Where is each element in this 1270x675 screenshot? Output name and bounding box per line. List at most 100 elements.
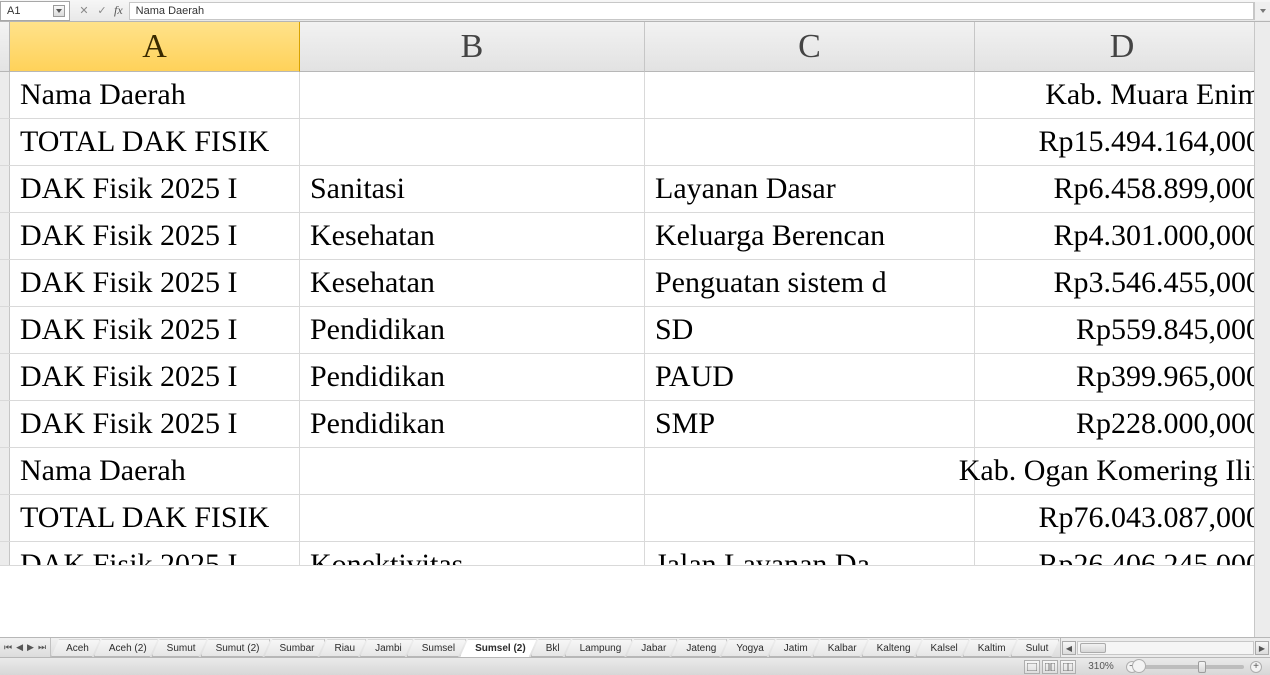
name-box[interactable]: A1 [0,1,70,21]
hscroll-thumb[interactable] [1080,643,1106,653]
cell-A[interactable]: Nama Daerah [10,72,300,118]
cell-D[interactable]: Rp76.043.087,000 [975,495,1270,541]
confirm-icon[interactable]: ✓ [96,4,108,17]
cell-C[interactable]: SMP [645,401,975,447]
sheet-tab[interactable]: Kalteng [862,639,922,657]
tab-prev-icon[interactable]: ◀ [16,642,23,653]
cell-B[interactable]: Pendidikan [300,401,645,447]
spreadsheet-grid[interactable]: A B C D Nama Daerah Kab. Muara Enim TOTAL … [0,22,1270,637]
cell-B[interactable]: Kesehatan [300,213,645,259]
sheet-tab[interactable]: Lampung [565,639,633,657]
sheet-tab[interactable]: Kalsel [916,639,969,657]
normal-view-icon[interactable] [1024,660,1040,674]
cell-B[interactable] [300,72,645,118]
cell-B[interactable] [300,495,645,541]
sheet-tab[interactable]: Sumbar [264,639,325,657]
cell-B[interactable] [300,119,645,165]
sheet-tab[interactable]: Sumut [152,639,207,657]
cell-A[interactable]: TOTAL DAK FISIK [10,495,300,541]
column-header-B[interactable]: B [300,22,645,72]
cell-C[interactable] [645,72,975,118]
hscroll-right-icon[interactable]: ▶ [1255,641,1269,655]
row-gutter[interactable] [0,260,10,306]
sheet-tab[interactable]: Jambi [360,639,413,657]
zoom-level[interactable]: 310% [1082,661,1120,672]
cell-C[interactable]: Jalan Layanan Da [645,542,975,565]
cell-C[interactable]: SD [645,307,975,353]
sheet-tab[interactable]: Yogya [721,639,774,657]
sheet-tab[interactable]: Jateng [671,639,727,657]
cell-A[interactable]: DAK Fisik 2025 I [10,213,300,259]
sheet-tab[interactable]: Sumsel (2) [460,639,537,657]
formula-bar-expand-icon[interactable] [1254,2,1270,20]
cell-A[interactable]: Nama Daerah [10,448,300,494]
cell-D[interactable]: Rp559.845,000 [975,307,1270,353]
row-gutter[interactable] [0,72,10,118]
cell-A[interactable]: DAK Fisik 2025 I [10,542,300,565]
vertical-scrollbar[interactable] [1254,22,1270,637]
column-header-A[interactable]: A [10,22,300,72]
cell-B[interactable]: Konektivitas [300,542,645,565]
cell-C[interactable] [645,119,975,165]
tab-first-icon[interactable]: ⏮ [4,642,12,653]
cell-C[interactable]: PAUD [645,354,975,400]
select-all-corner[interactable] [0,22,10,72]
cell-A[interactable]: DAK Fisik 2025 I [10,401,300,447]
sheet-tab[interactable]: Aceh [51,639,100,657]
column-header-D[interactable]: D [975,22,1270,72]
row-gutter[interactable] [0,401,10,447]
cell-C[interactable]: Layanan Dasar [645,166,975,212]
cell-D[interactable]: Rp3.546.455,000 [975,260,1270,306]
cell-B[interactable]: Pendidikan [300,307,645,353]
cancel-icon[interactable]: ✕ [78,4,90,17]
row-gutter[interactable] [0,448,10,494]
cell-A[interactable]: DAK Fisik 2025 I [10,307,300,353]
cell-B[interactable] [300,448,645,494]
tab-last-icon[interactable]: ⏭ [38,642,46,653]
sheet-tab[interactable]: Sumsel [407,639,466,657]
cell-C[interactable]: Penguatan sistem d [645,260,975,306]
sheet-tab[interactable]: Jatim [769,639,819,657]
row-gutter[interactable] [0,119,10,165]
sheet-tab[interactable]: Kalbar [813,639,868,657]
page-layout-view-icon[interactable] [1042,660,1058,674]
row-gutter[interactable] [0,495,10,541]
cell-D[interactable]: Kab. Muara Enim [975,72,1270,118]
row-gutter[interactable] [0,307,10,353]
cell-C[interactable] [645,495,975,541]
horizontal-scrollbar[interactable]: ◀ ▶ [1060,638,1270,658]
cell-C[interactable]: Keluarga Berencan [645,213,975,259]
row-gutter[interactable] [0,542,10,565]
row-gutter[interactable] [0,213,10,259]
hscroll-left-icon[interactable]: ◀ [1062,641,1076,655]
row-gutter[interactable] [0,166,10,212]
cell-A[interactable]: TOTAL DAK FISIK [10,119,300,165]
sheet-tab[interactable]: Jabar [626,639,677,657]
cell-B[interactable]: Kesehatan [300,260,645,306]
name-box-dropdown-icon[interactable] [53,5,65,17]
cell-C[interactable] [645,448,975,494]
cell-D[interactable]: Rp399.965,000 [975,354,1270,400]
zoom-slider-thumb[interactable] [1198,661,1206,673]
cell-B[interactable]: Sanitasi [300,166,645,212]
cell-B[interactable]: Pendidikan [300,354,645,400]
hscroll-track[interactable] [1077,641,1254,655]
sheet-tab[interactable]: Kaltim [963,639,1017,657]
zoom-slider[interactable] [1144,665,1244,669]
cell-A[interactable]: DAK Fisik 2025 I [10,354,300,400]
column-header-C[interactable]: C [645,22,975,72]
sheet-tab[interactable]: Aceh (2) [94,639,158,657]
cell-A[interactable]: DAK Fisik 2025 I [10,260,300,306]
page-break-view-icon[interactable] [1060,660,1076,674]
zoom-in-button[interactable]: + [1250,661,1262,673]
fx-icon[interactable]: fx [114,3,123,18]
cell-D[interactable]: Rp26.406.245,000 [975,542,1270,565]
cell-D[interactable]: Rp6.458.899,000 [975,166,1270,212]
cell-A[interactable]: DAK Fisik 2025 I [10,166,300,212]
sheet-tab[interactable]: Sumut (2) [201,639,271,657]
sheet-tab[interactable]: Bkl [531,639,571,657]
cell-D[interactable]: Rp228.000,000 [975,401,1270,447]
tab-next-icon[interactable]: ▶ [27,642,34,653]
cell-D[interactable] [975,448,1270,494]
cell-D[interactable]: Rp4.301.000,000 [975,213,1270,259]
